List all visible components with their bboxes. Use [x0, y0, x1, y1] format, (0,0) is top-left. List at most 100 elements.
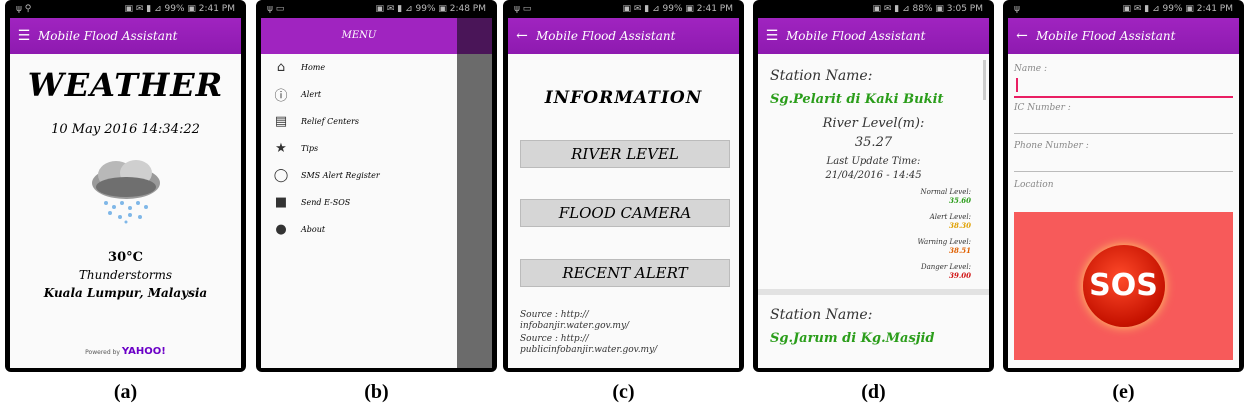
weather-title: WEATHER — [27, 66, 224, 104]
name-input[interactable] — [1014, 96, 1233, 98]
flood-camera-button[interactable]: FLOOD CAMERA — [520, 199, 730, 227]
station-name-label: Station Name: — [770, 68, 873, 84]
sos-panel: SOS — [1014, 212, 1233, 360]
app-title: Mobile Flood Assistant — [786, 29, 926, 43]
menu-item-label: About — [301, 225, 326, 234]
info-icon: ● — [275, 222, 287, 237]
phone-number-input[interactable] — [1014, 171, 1233, 172]
menu-item-label: Alert — [301, 90, 322, 99]
last-update-label: Last Update Time: — [826, 156, 921, 167]
source-link-2[interactable]: Source : http:// publicinfobanjir.water.… — [520, 334, 657, 356]
map-icon: ▤ — [274, 114, 288, 129]
source-link-1[interactable]: Source : http:// infobanjir.water.gov.my… — [520, 310, 629, 332]
menu-item-sms-alert-register[interactable]: ◯ SMS Alert Register — [261, 162, 457, 189]
menu-item-alert[interactable]: ⓘ Alert — [261, 81, 457, 108]
menu-item-tips[interactable]: ★ Tips — [261, 135, 457, 162]
weather-condition: Thunderstorms — [78, 268, 173, 282]
last-update-value: 21/04/2016 - 14:45 — [825, 170, 922, 181]
name-field-label: Name : — [1014, 64, 1047, 74]
river-level-value: 35.27 — [854, 135, 893, 150]
recent-alert-button[interactable]: RECENT ALERT — [520, 259, 730, 287]
alert-level-label: Alert Level: — [929, 213, 971, 221]
home-icon: ⌂ — [276, 60, 286, 75]
menu-item-send-e-sos[interactable]: ■ Send E-SOS — [261, 189, 457, 216]
phone-menu: ψ ▭ ▣ ✉ ▮ ⊿ 99% ▣ 2:48 PM MENU ⌂ Home ⓘ Ale… — [256, 0, 497, 372]
normal-level-label: Normal Level: — [920, 188, 971, 196]
status-left: ψ ⚲ — [16, 4, 32, 14]
powered-by: Powered by YAHOO! — [10, 346, 241, 357]
menu-item-label: SMS Alert Register — [301, 171, 380, 180]
app-bar: ☰ Mobile Flood Assistant — [10, 18, 241, 54]
menu-item-about[interactable]: ● About — [261, 216, 457, 243]
station-name-label: Station Name: — [770, 307, 873, 323]
app-title: Mobile Flood Assistant — [536, 29, 676, 43]
app-bar: ☰ Mobile Flood Assistant — [758, 18, 989, 54]
ic-number-field-label: IC Number : — [1014, 103, 1071, 113]
station-name: Sg.Jarum di Kg.Masjid — [770, 331, 935, 346]
app-title: Mobile Flood Assistant — [38, 29, 178, 43]
square-icon: ■ — [274, 195, 288, 210]
status-bar: ψ ▭ ▣ ✉ ▮ ⊿ 99% ▣ 2:41 PM — [508, 0, 739, 18]
status-bar: ψ ⚲ ▣ ✉ ▮ ⊿ 99% ▣ 2:41 PM — [10, 0, 241, 18]
scrollbar[interactable] — [983, 60, 986, 100]
warning-level-value: 38.51 — [949, 246, 971, 255]
caption-c: (c) — [612, 381, 635, 403]
caption-e: (e) — [1112, 381, 1135, 403]
thunderstorm-cloud-icon — [92, 160, 160, 224]
hamburger-menu-icon[interactable]: ☰ — [758, 28, 786, 44]
status-left: ψ ▭ — [514, 4, 532, 14]
caption-a: (a) — [113, 381, 138, 403]
danger-level: Danger Level: 39.00 — [921, 263, 971, 280]
status-bar: ▣ ✉ ▮ ⊿ 88% ▣ 3:05 PM — [758, 0, 989, 18]
phone-weather: ψ ⚲ ▣ ✉ ▮ ⊿ 99% ▣ 2:41 PM ☰ Mobile Flood… — [5, 0, 246, 372]
yahoo-logo: YAHOO! — [121, 346, 166, 357]
warning-level-label: Warning Level: — [917, 238, 971, 246]
weather-screen: ψ ⚲ ▣ ✉ ▮ ⊿ 99% ▣ 2:41 PM ☰ Mobile Flood… — [10, 0, 241, 368]
status-right: ▣ ✉ ▮ ⊿ 99% ▣ 2:48 PM — [375, 4, 486, 14]
caption-b: (b) — [364, 381, 389, 403]
normal-level: Normal Level: 35.60 — [921, 188, 971, 205]
menu-item-relief-centers[interactable]: ▤ Relief Centers — [261, 108, 457, 135]
star-icon: ★ — [275, 141, 287, 156]
location-field-label: Location — [1014, 180, 1054, 190]
station-divider — [758, 289, 989, 295]
status-right: ▣ ✉ ▮ ⊿ 99% ▣ 2:41 PM — [1122, 4, 1233, 14]
status-bar: ψ ▣ ✉ ▮ ⊿ 99% ▣ 2:41 PM — [1008, 0, 1239, 18]
temperature: 30°C — [108, 250, 143, 265]
phone-sos: ψ ▣ ✉ ▮ ⊿ 99% ▣ 2:41 PM ← Mobile Flood A… — [1003, 0, 1244, 372]
weather-location: Kuala Lumpur, Malaysia — [43, 286, 208, 300]
alert-icon: ⓘ — [274, 89, 288, 104]
river-level-button[interactable]: RIVER LEVEL — [520, 140, 730, 168]
warning-level: Warning Level: 38.51 — [917, 238, 971, 255]
app-bar: ← Mobile Flood Assistant — [1008, 18, 1239, 54]
back-arrow-icon[interactable]: ← — [508, 28, 536, 44]
information-screen: ψ ▭ ▣ ✉ ▮ ⊿ 99% ▣ 2:41 PM ← Mobile Flood… — [508, 0, 739, 368]
river-level-label: River Level(m): — [822, 116, 925, 131]
menu-title: MENU — [261, 18, 457, 54]
hamburger-menu-icon[interactable]: ☰ — [10, 28, 38, 44]
phone-number-field-label: Phone Number : — [1014, 141, 1089, 151]
menu-screen: ψ ▭ ▣ ✉ ▮ ⊿ 99% ▣ 2:48 PM MENU ⌂ Home ⓘ Ale… — [261, 0, 492, 368]
menu-item-label: Send E-SOS — [301, 198, 351, 207]
menu-item-label: Tips — [301, 144, 319, 153]
sos-screen: ψ ▣ ✉ ▮ ⊿ 99% ▣ 2:41 PM ← Mobile Flood A… — [1008, 0, 1239, 368]
river-level-screen: ▣ ✉ ▮ ⊿ 88% ▣ 3:05 PM ☰ Mobile Flood Ass… — [758, 0, 989, 368]
danger-level-value: 39.00 — [949, 271, 971, 280]
app-title: Mobile Flood Assistant — [1036, 29, 1176, 43]
dimmed-app-bar — [457, 18, 492, 54]
status-right: ▣ ✉ ▮ ⊿ 99% ▣ 2:41 PM — [124, 4, 235, 14]
alert-level: Alert Level: 38.30 — [930, 213, 971, 230]
normal-level-value: 35.60 — [949, 196, 971, 205]
information-title: INFORMATION — [544, 88, 703, 108]
menu-item-home[interactable]: ⌂ Home — [261, 54, 457, 81]
status-bar: ψ ▭ ▣ ✉ ▮ ⊿ 99% ▣ 2:48 PM — [261, 0, 492, 18]
ic-number-input[interactable] — [1014, 133, 1233, 134]
menu-item-label: Home — [301, 63, 326, 72]
status-left: ψ — [1014, 4, 1020, 14]
back-arrow-icon[interactable]: ← — [1008, 28, 1036, 44]
sos-button[interactable]: SOS — [1082, 245, 1165, 327]
weather-datetime: 10 May 2016 14:34:22 — [51, 122, 200, 137]
chat-icon: ◯ — [273, 168, 289, 183]
status-right: ▣ ✉ ▮ ⊿ 99% ▣ 2:41 PM — [622, 4, 733, 14]
station-name: Sg.Pelarit di Kaki Bukit — [770, 92, 944, 107]
